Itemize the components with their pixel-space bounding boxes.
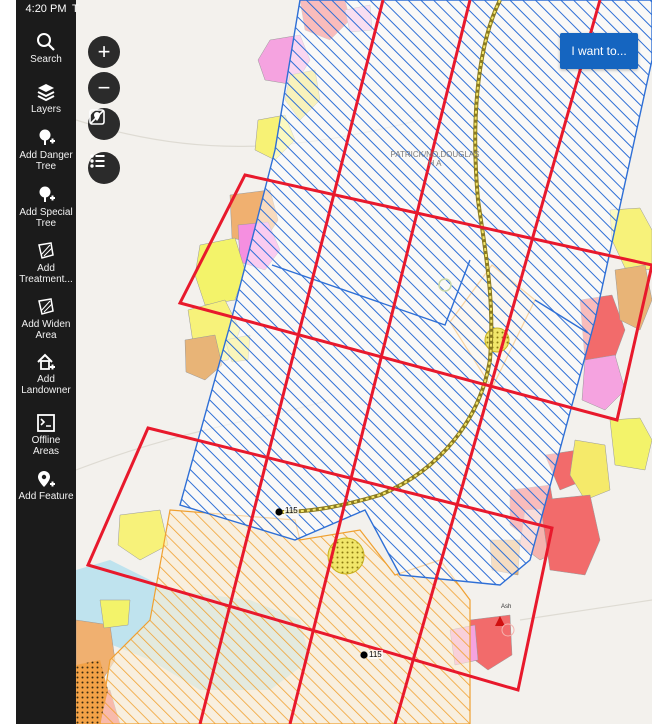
i-want-to-button[interactable]: I want to... [560, 33, 638, 69]
zoom-in-button[interactable]: + [88, 36, 120, 68]
sidebar-item-layers[interactable]: Layers [16, 82, 76, 115]
sidebar-item-search[interactable]: Search [16, 32, 76, 65]
sidebar-item-label: Add Danger Tree [19, 150, 73, 172]
sidebar-item-add-feature[interactable]: Add Feature [16, 469, 76, 502]
status-time: 4:20 PM [25, 3, 67, 15]
sidebar-item-label: Search [30, 54, 62, 65]
add-pin-icon [38, 471, 55, 487]
route-marker [275, 508, 283, 516]
region-label: PATRICK/NO.DOUGLAS H A [385, 150, 485, 168]
add-polygon-icon [38, 242, 54, 259]
status-carrier: T [72, 3, 79, 15]
sidebar-item-add-landowner[interactable]: Add Landowner [16, 352, 76, 396]
add-polygon-icon [38, 298, 54, 315]
region-label-line2: H A [428, 159, 442, 168]
sidebar-item-label: Add Landowner [21, 374, 71, 396]
add-tree-icon [39, 186, 55, 202]
location-off-button[interactable] [88, 108, 120, 140]
sidebar-item-label: Add Special Tree [19, 207, 73, 229]
search-icon [37, 33, 55, 51]
region-label-line1: PATRICK/NO.DOUGLAS [390, 150, 480, 159]
add-tree-icon [39, 129, 55, 145]
sidebar-item-label: Add Treatment... [19, 263, 73, 285]
zoom-out-button[interactable]: − [88, 72, 120, 104]
sidebar-item-add-special-tree[interactable]: Add Special Tree [16, 185, 76, 229]
list-icon [90, 154, 105, 168]
map-canvas[interactable] [76, 0, 652, 724]
route-marker-label-bottom: 115 [368, 650, 383, 659]
offline-map-icon [37, 414, 55, 432]
layers-icon [37, 84, 55, 102]
legend-button[interactable] [88, 152, 120, 184]
sidebar-item-label: Add Feature [18, 491, 74, 502]
feature-label: Ash [501, 604, 512, 610]
sidebar-item-offline-areas[interactable]: Offline Areas [16, 413, 76, 457]
add-home-icon [37, 353, 55, 370]
sidebar-item-add-widen-area[interactable]: Add Widen Area [16, 297, 76, 341]
sidebar-item-add-treatment[interactable]: Add Treatment... [16, 241, 76, 285]
plus-icon: + [97, 39, 111, 64]
sidebar-item-label: Layers [30, 104, 61, 115]
minus-icon: − [97, 75, 111, 100]
sidebar-item-label: Add Widen Area [21, 319, 71, 341]
sidebar-item-label: Offline Areas [31, 435, 61, 457]
location-off-icon [89, 109, 105, 125]
sidebar: Search Layers Add Danger Tree Add Specia… [16, 0, 76, 724]
route-marker-label-top: 115 [284, 506, 299, 515]
map-view[interactable]: PATRICK/NO.DOUGLAS H A 115 115 Ash + − [76, 0, 652, 724]
route-marker [360, 651, 368, 659]
sidebar-item-add-danger-tree[interactable]: Add Danger Tree [16, 128, 76, 172]
